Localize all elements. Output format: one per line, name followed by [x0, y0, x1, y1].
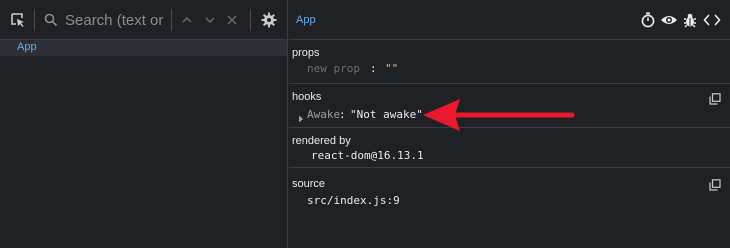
tree-item-label: App [17, 41, 37, 53]
copy-icon[interactable] [709, 178, 721, 196]
inspector-toolbar: App [289, 0, 730, 40]
bug-icon[interactable] [682, 12, 698, 28]
selected-component-name: App [296, 14, 316, 26]
inspector-pane: App props new prop: "" hooks Awake: "N… [289, 0, 730, 248]
expand-triangle-icon[interactable] [298, 110, 304, 123]
search-icon [44, 13, 58, 27]
source-title: source [292, 178, 326, 190]
hook-name: Awake [307, 108, 341, 121]
hook-value[interactable]: "Not awake" [350, 108, 423, 122]
renderer-link[interactable]: react-dom@16.13.1 [311, 149, 424, 163]
close-icon[interactable] [225, 13, 239, 27]
toolbar-divider [250, 9, 251, 31]
search-input[interactable]: Search (text or /re [65, 11, 165, 31]
props-title: props [292, 47, 320, 59]
chevron-up-icon[interactable] [180, 14, 194, 26]
select-element-icon[interactable] [10, 12, 26, 28]
gear-icon[interactable] [261, 12, 277, 28]
hooks-title: hooks [292, 91, 322, 103]
rendered-by-title: rendered by [292, 135, 351, 147]
component-tree-pane: Search (text or /re [0, 0, 288, 248]
tree-item-app[interactable]: App [0, 40, 287, 56]
copy-icon[interactable] [709, 92, 721, 110]
source-link[interactable]: src/index.js:9 [307, 194, 400, 208]
code-icon[interactable] [703, 12, 721, 28]
chevron-down-icon[interactable] [203, 14, 217, 26]
devtools-window: Search (text or /re [0, 0, 730, 248]
stopwatch-icon[interactable] [640, 12, 656, 28]
eye-icon[interactable] [660, 12, 678, 28]
toolbar-divider [34, 9, 35, 31]
toolbar-divider [171, 9, 172, 31]
prop-colon: : [370, 62, 377, 75]
props-section: props new prop : "" [289, 40, 730, 84]
hooks-section: hooks Awake : "Not awake" [289, 84, 730, 128]
tree-toolbar: Search (text or /re [0, 0, 288, 40]
new-prop-input[interactable]: new prop [307, 62, 360, 76]
new-prop-value[interactable]: "" [385, 62, 398, 76]
hook-colon: : [339, 108, 346, 121]
source-section: source src/index.js:9 [289, 168, 730, 216]
rendered-by-section: rendered by react-dom@16.13.1 [289, 128, 730, 168]
